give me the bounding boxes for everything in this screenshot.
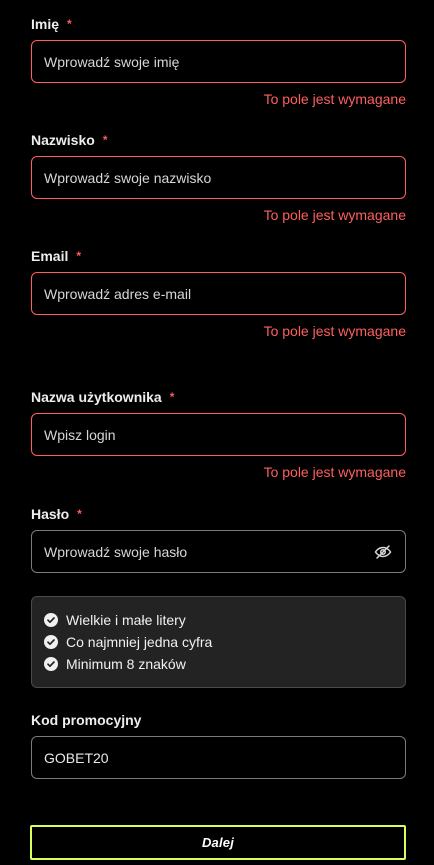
email-label: Email * [31,248,82,264]
promo-code-input[interactable] [31,736,406,779]
first-name-field: Imię* To pole jest wymagane [31,14,406,107]
password-rule-item: Minimum 8 znaków [44,653,393,675]
last-name-input[interactable] [31,156,406,199]
password-input[interactable] [31,530,406,573]
password-rules-panel: Wielkie i małe litery Co najmniej jedna … [31,596,406,688]
email-field: Email* To pole jest wymagane [31,246,406,339]
promo-code-field: Kod promocyjny [31,710,406,779]
username-label: Nazwa użytkownika * [31,389,175,405]
check-circle-icon [44,613,58,627]
password-rule-item: Wielkie i małe litery [44,609,393,631]
username-error: To pole jest wymagane [263,464,406,480]
password-label: Hasło * [31,506,82,522]
required-marker: * [102,133,108,147]
required-marker: * [77,507,82,521]
first-name-input[interactable] [31,40,406,83]
next-button[interactable]: Dalej [30,825,406,860]
promo-code-label: Kod promocyjny [31,712,142,728]
password-rule-item: Co najmniej jedna cyfra [44,631,393,653]
last-name-field: Nazwisko* To pole jest wymagane [31,130,406,223]
username-field: Nazwa użytkownika* To pole jest wymagane [31,387,406,480]
check-circle-icon [44,635,58,649]
first-name-error: To pole jest wymagane [263,91,406,107]
required-marker: * [76,249,82,263]
last-name-label: Nazwisko * [31,132,108,148]
email-input[interactable] [31,272,406,315]
password-input-wrap [31,524,406,573]
eye-off-icon[interactable] [374,543,392,561]
username-input[interactable] [31,413,406,456]
password-field: Hasło * [31,504,406,573]
last-name-error: To pole jest wymagane [263,207,406,223]
check-circle-icon [44,657,58,671]
required-marker: * [169,390,175,404]
email-error: To pole jest wymagane [263,323,406,339]
required-marker: * [67,17,72,31]
first-name-label: Imię * [31,16,72,32]
